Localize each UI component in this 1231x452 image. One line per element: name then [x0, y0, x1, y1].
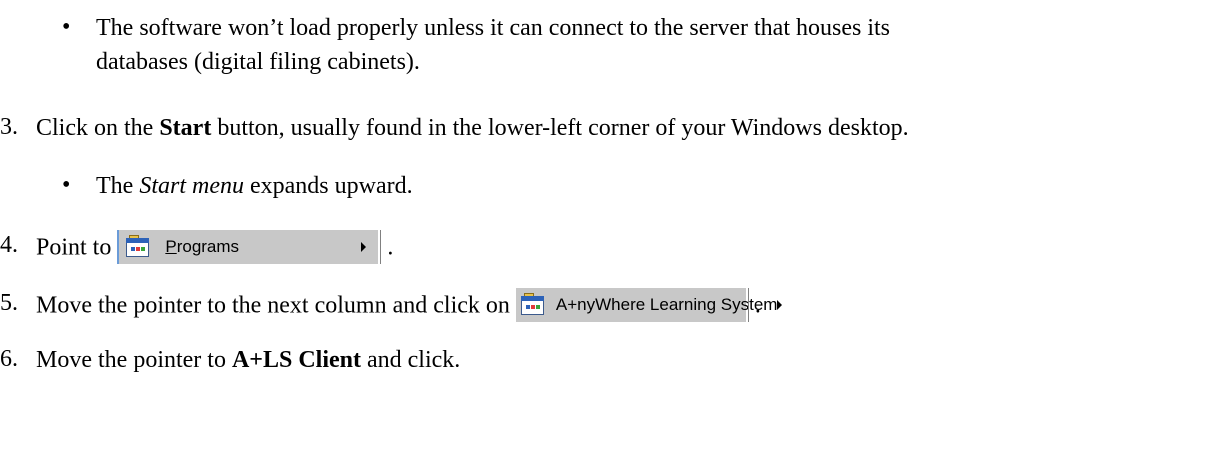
step-number: 5. [0, 290, 18, 316]
bullet-marker: • [62, 172, 71, 198]
step-6-text: Move the pointer to A+LS Client and clic… [36, 346, 460, 374]
step-number: 3. [0, 114, 18, 140]
start-menu-term: Start menu [139, 173, 244, 199]
bullet-text-line-2: databases (digital filing cabinets). [96, 49, 420, 75]
start-button-label: Start [159, 115, 212, 141]
anywhere-menu-label: A+nyWhere Learning System [555, 295, 778, 314]
bullet-text-after: expands upward. [243, 173, 413, 199]
programs-label-rest: rograms [176, 237, 240, 256]
bullet-marker: • [62, 14, 71, 40]
bullet-text-line-1: The software won’t load properly unless … [96, 15, 891, 41]
anywhere-learning-system-menu-item[interactable]: A+nyWhere Learning System [515, 288, 783, 322]
step-3-text: Click on the Start button, usually found… [36, 114, 909, 142]
program-group-icon [125, 235, 151, 259]
step-5-text: Move the pointer to the next column and … [36, 288, 783, 324]
bullet-text-before: The [96, 173, 140, 199]
programs-menu-item[interactable]: Programs [117, 230, 379, 264]
step-4-text-after: . [387, 234, 394, 261]
submenu-arrow-icon [361, 242, 367, 252]
document-page: • The software won’t load properly unles… [0, 0, 1231, 452]
client-app-label: A+LS Client [231, 347, 361, 373]
bullet-text: The Start menu expands upward. [96, 172, 413, 200]
step-6-text-after: and click. [361, 347, 461, 373]
menu-item-separator [380, 230, 382, 264]
submenu-arrow-icon [777, 300, 783, 310]
step-4-text-before: Point to [36, 234, 112, 261]
programs-mnemonic: P [165, 237, 177, 256]
step-number: 6. [0, 346, 18, 372]
step-5-text-before: Move the pointer to the next column and … [36, 292, 510, 319]
step-number: 4. [0, 232, 18, 258]
step-4-text: Point to Programs . [36, 230, 394, 266]
step-6-text-before: Move the pointer to [36, 347, 232, 373]
menu-item-separator [747, 288, 749, 322]
step-3-text-before: Click on the [36, 115, 160, 141]
programs-menu-label: Programs [165, 233, 361, 261]
program-group-icon [520, 293, 546, 317]
step-3-text-after: button, usually found in the lower-left … [211, 115, 909, 141]
